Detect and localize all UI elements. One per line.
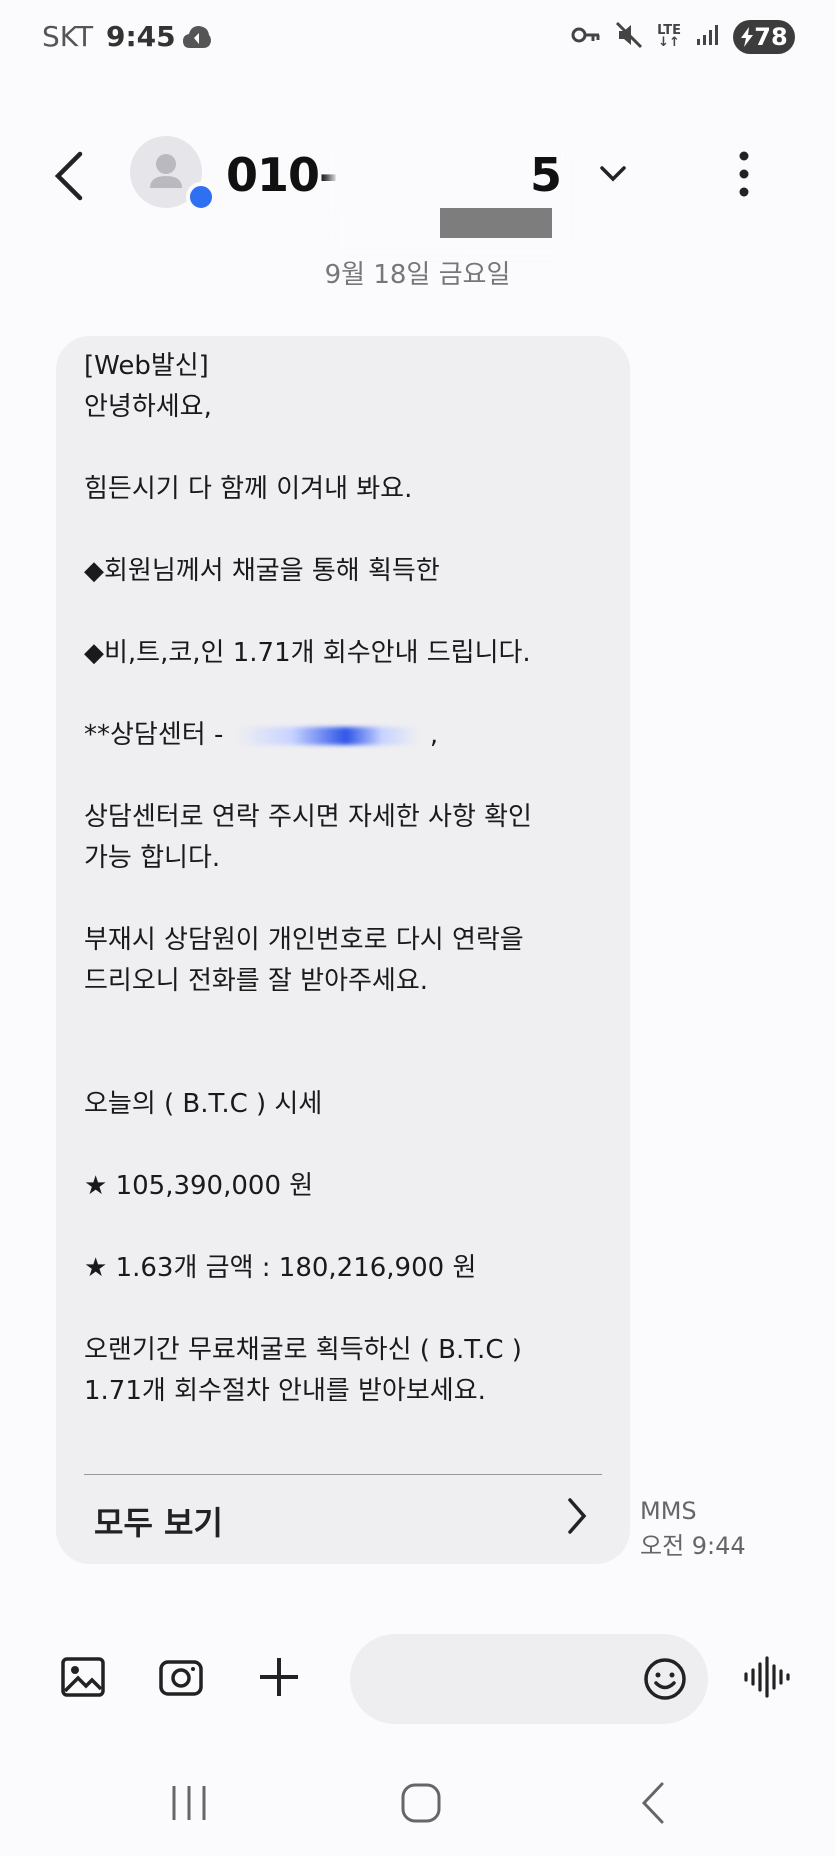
message-body-part1: [Web발신] 안녕하세요, 힘든시기 다 함께 이겨내 봐요. ◆회원님께서 … xyxy=(84,351,531,668)
add-attachment-button[interactable] xyxy=(254,1652,308,1706)
signal-icon xyxy=(695,23,719,51)
message-bubble[interactable]: [Web발신] 안녕하세요, 힘든시기 다 함께 이겨내 봐요. ◆회원님께서 … xyxy=(56,336,630,1564)
charging-bolt-icon xyxy=(741,27,754,47)
recent-apps-button[interactable] xyxy=(164,1778,214,1828)
chevron-right-icon[interactable] xyxy=(564,1496,590,1540)
camera-icon xyxy=(159,1660,203,1696)
more-vertical-icon xyxy=(739,151,749,197)
mute-icon xyxy=(615,21,643,53)
voice-record-button[interactable] xyxy=(742,1652,796,1706)
cloud-sync-icon xyxy=(182,24,212,54)
back-button[interactable] xyxy=(50,148,100,204)
message-text: [Web발신] 안녕하세요, 힘든시기 다 함께 이겨내 봐요. ◆회원님께서 … xyxy=(84,346,614,1412)
emoji-button[interactable] xyxy=(642,1656,688,1702)
contact-badge xyxy=(186,182,216,212)
message-input[interactable] xyxy=(350,1634,708,1724)
home-button[interactable] xyxy=(396,1778,446,1828)
lte-icon: LTE ↓↑ xyxy=(657,23,681,50)
more-options-button[interactable] xyxy=(724,146,764,206)
voice-waveform-icon xyxy=(744,1656,790,1698)
contact-number-tail: 5 xyxy=(530,148,563,202)
message-contact-suffix: , xyxy=(421,720,439,750)
clock: 9:45 xyxy=(106,20,176,53)
composer-bar xyxy=(0,1620,835,1740)
view-all-button[interactable]: 모두 보기 xyxy=(94,1498,223,1544)
bubble-divider xyxy=(84,1474,602,1475)
message-meta: MMS 오전 9:44 xyxy=(640,1494,746,1564)
network-type: LTE xyxy=(657,23,681,38)
message-body-part2: 상담센터로 연락 주시면 자세한 사항 확인 가능 합니다. 부재시 상담원이 … xyxy=(84,802,532,1406)
carrier-label: SKT xyxy=(42,20,94,53)
message-contact-line: **상담센터 - xyxy=(84,720,232,750)
image-icon xyxy=(61,1657,105,1697)
redacted-phone-link[interactable] xyxy=(237,726,418,745)
battery-level: 78 xyxy=(754,23,788,51)
back-icon xyxy=(641,1782,664,1824)
conversation-header: 010- 5 xyxy=(0,120,835,254)
contact-number[interactable]: 010- xyxy=(226,148,338,202)
vpn-key-icon xyxy=(571,25,601,49)
status-bar: SKT 9:45 LTE ↓↑ 78 xyxy=(0,0,835,80)
redaction-block xyxy=(440,208,552,238)
gallery-button[interactable] xyxy=(58,1652,112,1706)
recents-icon xyxy=(172,1786,206,1820)
message-type: MMS xyxy=(640,1497,697,1525)
expand-chevron-icon[interactable] xyxy=(598,164,628,188)
date-separator: 9월 18일 금요일 xyxy=(324,260,511,290)
camera-button[interactable] xyxy=(156,1652,210,1706)
battery-indicator: 78 xyxy=(733,20,795,54)
plus-icon xyxy=(260,1658,298,1696)
back-arrow-icon xyxy=(54,151,83,201)
system-nav-bar xyxy=(0,1756,835,1856)
message-time: 오전 9:44 xyxy=(640,1532,746,1560)
system-back-button[interactable] xyxy=(630,1778,680,1828)
emoji-icon xyxy=(644,1658,686,1700)
home-icon xyxy=(401,1783,441,1823)
